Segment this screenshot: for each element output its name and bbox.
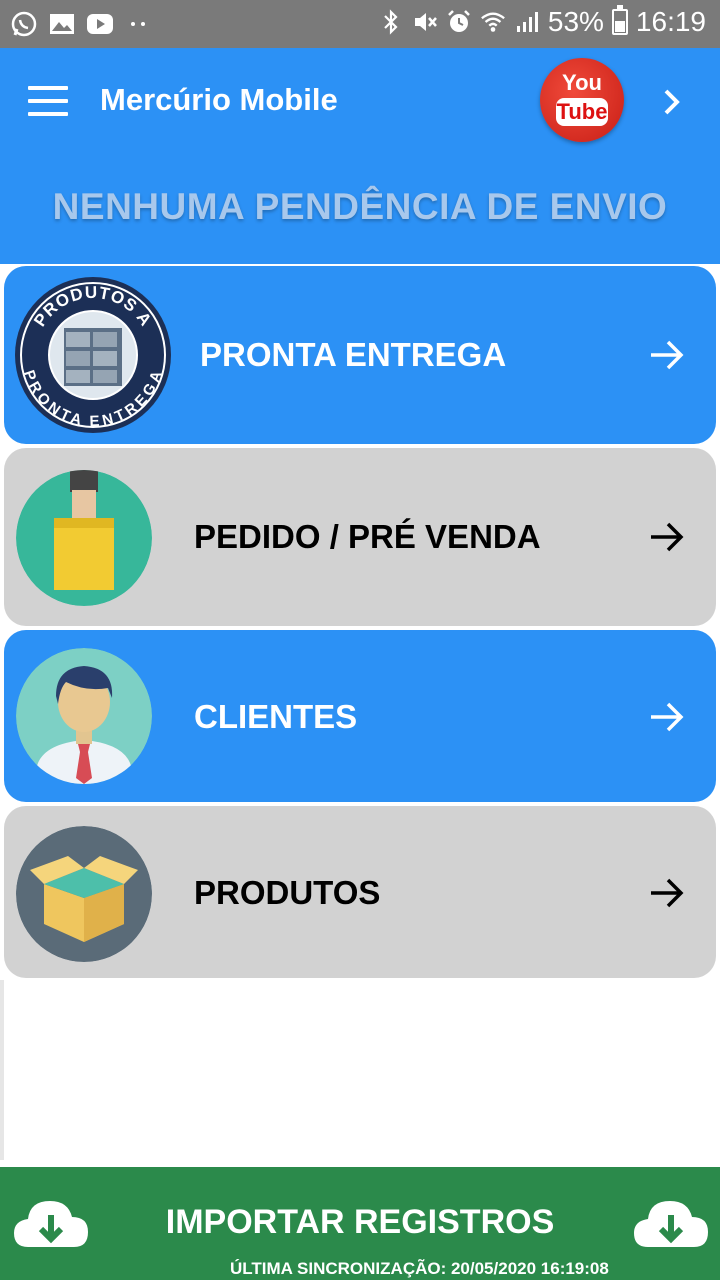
scroll-edge-divider (0, 980, 4, 1160)
user-avatar-icon (16, 648, 152, 784)
youtube-logo-tube: Tube (556, 98, 608, 126)
arrow-right-icon (648, 698, 686, 736)
whatsapp-icon (10, 10, 38, 38)
last-sync-timestamp: ÚLTIMA SINCRONIZAÇÃO: 20/05/2020 16:19:0… (230, 1259, 609, 1278)
alarm-icon (446, 9, 472, 35)
app-header: Mercúrio Mobile You Tube NENHUMA PENDÊNC… (0, 48, 720, 264)
clock: 16:19 (635, 6, 706, 37)
battery-percent: 53% (547, 6, 604, 37)
chevron-right-icon[interactable] (660, 88, 684, 116)
open-box-icon (16, 826, 152, 962)
menu-item-label: PEDIDO / PRÉ VENDA (194, 518, 541, 555)
more-dots-icon (124, 10, 152, 38)
youtube-logo-you: You (562, 70, 602, 95)
cloud-download-icon (632, 1195, 710, 1255)
menu-hamburger-icon[interactable] (28, 86, 68, 116)
app-title: Mercúrio Mobile (100, 82, 338, 117)
youtube-icon (86, 10, 114, 38)
menu-item-pronta-entrega[interactable]: PRODUTOS A PRONTA ENTREGA PRONTA ENTREGA (4, 266, 716, 444)
arrow-right-icon (648, 518, 686, 556)
import-records-bar[interactable]: IMPORTAR REGISTROS ÚLTIMA SINCRONIZAÇÃO:… (0, 1167, 720, 1280)
wifi-icon (480, 9, 506, 35)
pending-status-message: NENHUMA PENDÊNCIA DE ENVIO (52, 186, 668, 227)
arrow-right-icon (648, 336, 686, 374)
shopping-bag-icon (16, 470, 152, 606)
signal-icon (514, 9, 540, 35)
menu-item-produtos[interactable]: PRODUTOS (4, 806, 716, 978)
image-icon (48, 10, 76, 38)
pronta-entrega-badge-icon: PRODUTOS A PRONTA ENTREGA (14, 276, 172, 434)
menu-item-label: PRODUTOS (194, 874, 381, 911)
menu-item-label: CLIENTES (194, 698, 358, 735)
menu-item-pedido-pre-venda[interactable]: PEDIDO / PRÉ VENDA (4, 448, 716, 626)
menu-item-clientes[interactable]: CLIENTES (4, 630, 716, 802)
status-bar: 53% 16:19 (0, 0, 720, 48)
import-records-label: IMPORTAR REGISTROS (165, 1203, 555, 1241)
battery-icon (611, 5, 628, 35)
mute-icon (412, 9, 438, 35)
bluetooth-icon (378, 9, 404, 35)
arrow-right-icon (648, 874, 686, 912)
menu-item-label: PRONTA ENTREGA (200, 336, 507, 373)
youtube-logo-button[interactable]: You Tube (540, 58, 624, 142)
